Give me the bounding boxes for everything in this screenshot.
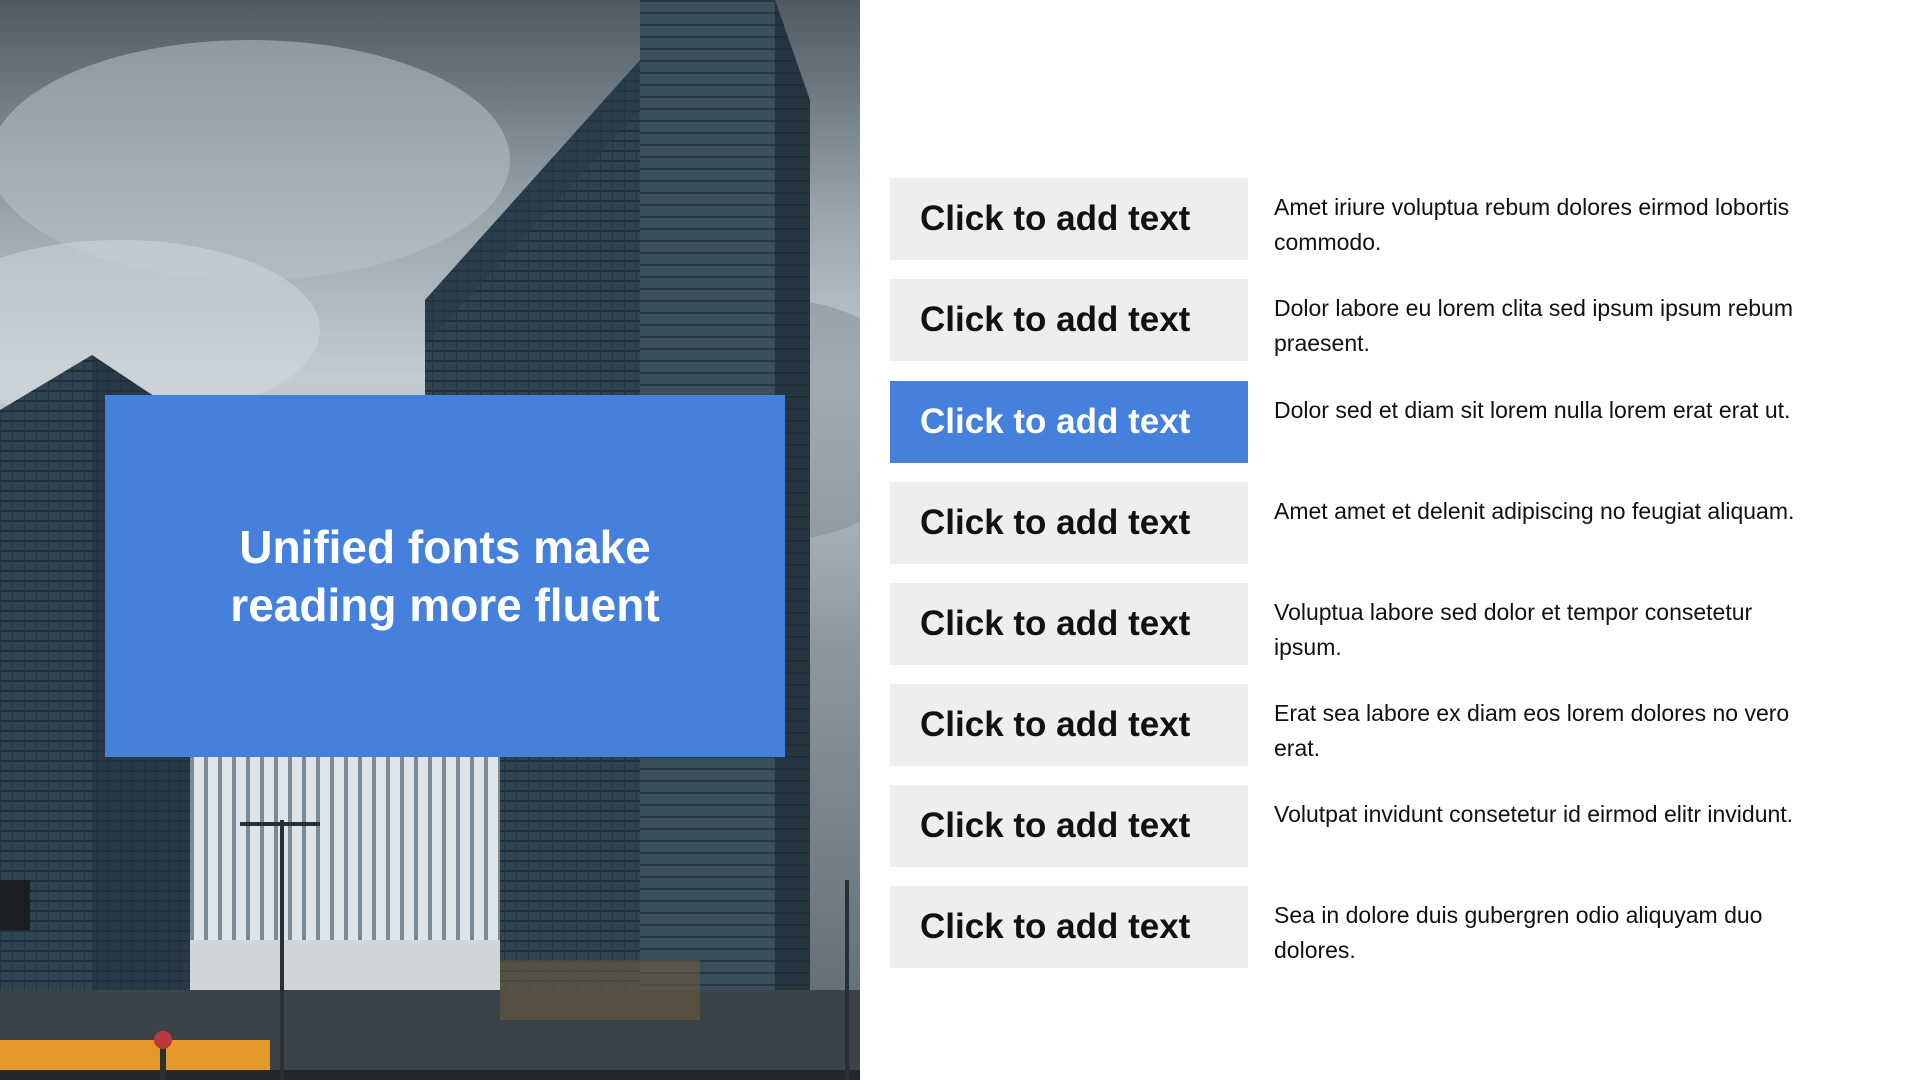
title-line-1: Unified fonts make [239,521,651,573]
item-description[interactable]: Amet iriure voluptua rebum dolores eirmo… [1274,190,1804,260]
slide-title[interactable]: Unified fonts make reading more fluent [165,518,725,634]
item-description[interactable]: Volutpat invidunt consetetur id eirmod e… [1274,797,1804,832]
title-line-2: reading more fluent [230,579,660,631]
item-description[interactable]: Dolor sed et diam sit lorem nulla lorem … [1274,393,1804,428]
item-description[interactable]: Voluptua labore sed dolor et tempor cons… [1274,595,1804,665]
item-description[interactable]: Dolor labore eu lorem clita sed ipsum ip… [1274,291,1804,361]
list-item: Click to add text Voluptua labore sed do… [890,583,1890,665]
list-item: Click to add text Dolor labore eu lorem … [890,279,1890,361]
title-box: Unified fonts make reading more fluent [105,395,785,757]
list-item: Click to add text Amet amet et delenit a… [890,482,1890,564]
item-placeholder-button[interactable]: Click to add text [890,886,1248,968]
list-item: Click to add text Erat sea labore ex dia… [890,684,1890,766]
item-placeholder-button[interactable]: Click to add text [890,785,1248,867]
list-item: Click to add text Sea in dolore duis gub… [890,886,1890,968]
item-placeholder-button[interactable]: Click to add text [890,279,1248,361]
item-placeholder-button[interactable]: Click to add text [890,583,1248,665]
item-placeholder-button[interactable]: Click to add text [890,178,1248,260]
item-description[interactable]: Erat sea labore ex diam eos lorem dolore… [1274,696,1804,766]
item-placeholder-button-active[interactable]: Click to add text [890,381,1248,463]
slide: Unified fonts make reading more fluent C… [0,0,1920,1080]
item-description[interactable]: Sea in dolore duis gubergren odio aliquy… [1274,898,1804,968]
item-description[interactable]: Amet amet et delenit adipiscing no feugi… [1274,494,1804,529]
item-placeholder-button[interactable]: Click to add text [890,482,1248,564]
list-item: Click to add text Dolor sed et diam sit … [890,381,1890,463]
item-placeholder-button[interactable]: Click to add text [890,684,1248,766]
list-item: Click to add text Amet iriure voluptua r… [890,178,1890,260]
list-item: Click to add text Volutpat invidunt cons… [890,785,1890,867]
